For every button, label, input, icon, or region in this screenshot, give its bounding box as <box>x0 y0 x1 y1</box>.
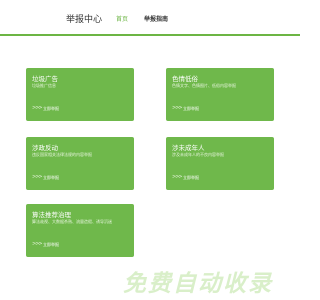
chevron-right-icon: >>> <box>172 105 183 111</box>
chevron-right-icon: >>> <box>172 174 183 180</box>
card-description: 色情文字、色情图片、低俗内容举报 <box>172 83 236 88</box>
nav-home-link[interactable]: 首页 <box>116 14 128 23</box>
report-card-minors[interactable]: 涉未成年人 涉及未成年人的不良内容举报 >>> 立即举报 <box>166 137 274 190</box>
watermark-text: 免费自动收录 <box>123 271 273 297</box>
chevron-right-icon: >>> <box>32 174 43 180</box>
card-title: 色情低俗 <box>172 75 198 83</box>
report-now-link[interactable]: 立即举报 <box>183 175 199 181</box>
card-description: 垃圾推广信息 <box>32 83 56 88</box>
card-title: 涉政反动 <box>32 144 58 152</box>
page: 举报中心 首页 举报指南 垃圾广告 垃圾推广信息 >>> 立即举报 色情低俗 色… <box>0 0 300 300</box>
card-title: 涉未成年人 <box>172 144 205 152</box>
nav-guide-link[interactable]: 举报指南 <box>144 14 168 23</box>
report-now-link[interactable]: 立即举报 <box>183 106 199 112</box>
card-title: 垃圾广告 <box>32 75 58 83</box>
card-description: 算法歧视、大数据杀熟、流量造假、诱导沉迷 <box>32 219 112 224</box>
report-now-link[interactable]: 立即举报 <box>43 175 59 181</box>
chevron-right-icon: >>> <box>32 105 43 111</box>
card-description: 涉及未成年人的不良内容举报 <box>172 152 224 157</box>
report-card-spam[interactable]: 垃圾广告 垃圾推广信息 >>> 立即举报 <box>26 68 134 121</box>
brand-title: 举报中心 <box>66 15 103 25</box>
report-now-link[interactable]: 立即举报 <box>43 242 59 248</box>
chevron-right-icon: >>> <box>32 241 43 247</box>
report-card-political[interactable]: 涉政反动 违反国家相关法律法规的内容举报 >>> 立即举报 <box>26 137 134 190</box>
header: 举报中心 首页 举报指南 <box>0 0 300 36</box>
report-card-algorithm[interactable]: 算法推荐治理 算法歧视、大数据杀熟、流量造假、诱导沉迷 >>> 立即举报 <box>26 204 134 257</box>
report-now-link[interactable]: 立即举报 <box>43 106 59 112</box>
card-description: 违反国家相关法律法规的内容举报 <box>32 152 92 157</box>
card-title: 算法推荐治理 <box>32 211 71 219</box>
report-card-porn[interactable]: 色情低俗 色情文字、色情图片、低俗内容举报 >>> 立即举报 <box>166 68 274 121</box>
